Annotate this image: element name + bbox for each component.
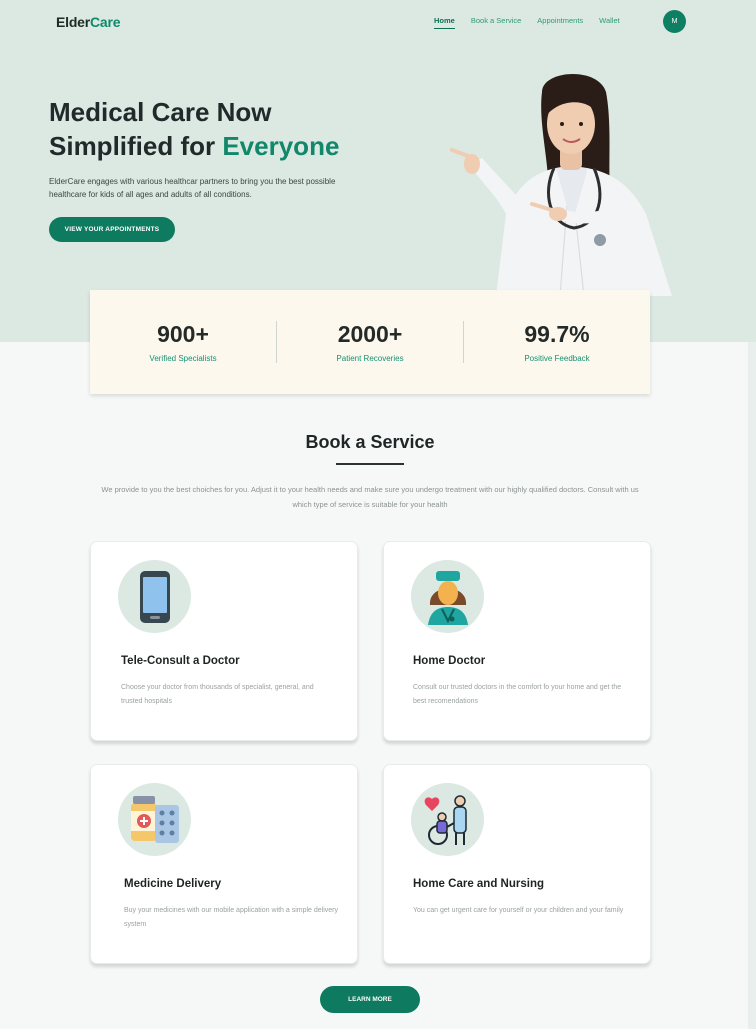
brand-logo[interactable]: ElderCare — [56, 14, 121, 30]
stat-label: Verified Specialists — [149, 354, 217, 363]
card-title: Tele-Consult a Doctor — [121, 655, 240, 667]
stat-specialists: 900+ Verified Specialists — [90, 321, 276, 363]
brand-name-part1: Elder — [56, 14, 91, 30]
card-icon-circle — [411, 783, 484, 856]
stats-panel: 900+ Verified Specialists 2000+ Patient … — [90, 290, 650, 394]
doctor-icon — [427, 570, 468, 625]
card-icon-circle — [118, 783, 191, 856]
nursing-icon — [424, 794, 467, 845]
card-description: Consult our trusted doctors in the comfo… — [413, 684, 622, 705]
section-title: Book a Service — [305, 432, 435, 452]
card-title: Home Doctor — [413, 655, 486, 667]
nav-appointments[interactable]: Appointments — [537, 16, 583, 29]
card-description: Buy your medicines with our mobile appli… — [124, 907, 338, 928]
stat-feedback: 99.7% Positive Feedback — [464, 321, 650, 363]
stat-value: 99.7% — [524, 321, 590, 347]
hero-title: Medical Care Now Simplified for Everyone — [49, 95, 389, 163]
service-card-home-care[interactable]: Home Care and Nursing You can get urgent… — [383, 764, 651, 964]
stat-value: 900+ — [157, 321, 209, 347]
section-divider — [336, 463, 404, 465]
card-description: Choose your doctor from thousands of spe… — [121, 684, 314, 705]
hero-title-accent: Everyone — [222, 131, 340, 161]
hero-description: ElderCare engages with various healthcar… — [49, 177, 336, 199]
nav-book-service[interactable]: Book a Service — [471, 16, 521, 29]
brand-name-part2: Care — [90, 14, 121, 30]
card-description: You can get urgent care for yourself or … — [413, 907, 624, 914]
card-icon-circle — [411, 560, 484, 633]
hero-title-line2-prefix: Simplified for — [49, 131, 223, 161]
service-card-teleconsult[interactable]: Tele-Consult a Doctor Choose your doctor… — [90, 541, 358, 741]
nav-home[interactable]: Home — [434, 16, 455, 29]
stat-label: Patient Recoveries — [336, 354, 404, 363]
hero-title-line1: Medical Care Now — [49, 97, 272, 127]
learn-more-button[interactable]: LEARN MORE — [320, 986, 420, 1013]
doctor-illustration — [450, 73, 672, 296]
service-card-medicine-delivery[interactable]: Medicine Delivery Buy your medicines wit… — [90, 764, 358, 964]
user-avatar[interactable]: M — [663, 10, 686, 33]
main-nav: Home Book a Service Appointments Wallet — [434, 16, 636, 29]
view-appointments-button[interactable]: VIEW YOUR APPOINTMENTS — [49, 217, 175, 242]
page-edge — [748, 342, 756, 1029]
card-title: Home Care and Nursing — [413, 878, 544, 890]
card-title: Medicine Delivery — [124, 878, 222, 890]
nav-wallet[interactable]: Wallet — [599, 16, 620, 29]
medicine-icon — [130, 795, 179, 843]
stat-value: 2000+ — [337, 321, 403, 347]
card-icon-circle — [118, 560, 191, 633]
section-description: We provide to you the best choiches for … — [101, 485, 639, 509]
stat-label: Positive Feedback — [524, 354, 590, 363]
smartphone-icon — [139, 570, 170, 623]
stat-recoveries: 2000+ Patient Recoveries — [277, 321, 463, 363]
service-card-home-doctor[interactable]: Home Doctor Consult our trusted doctors … — [383, 541, 651, 741]
